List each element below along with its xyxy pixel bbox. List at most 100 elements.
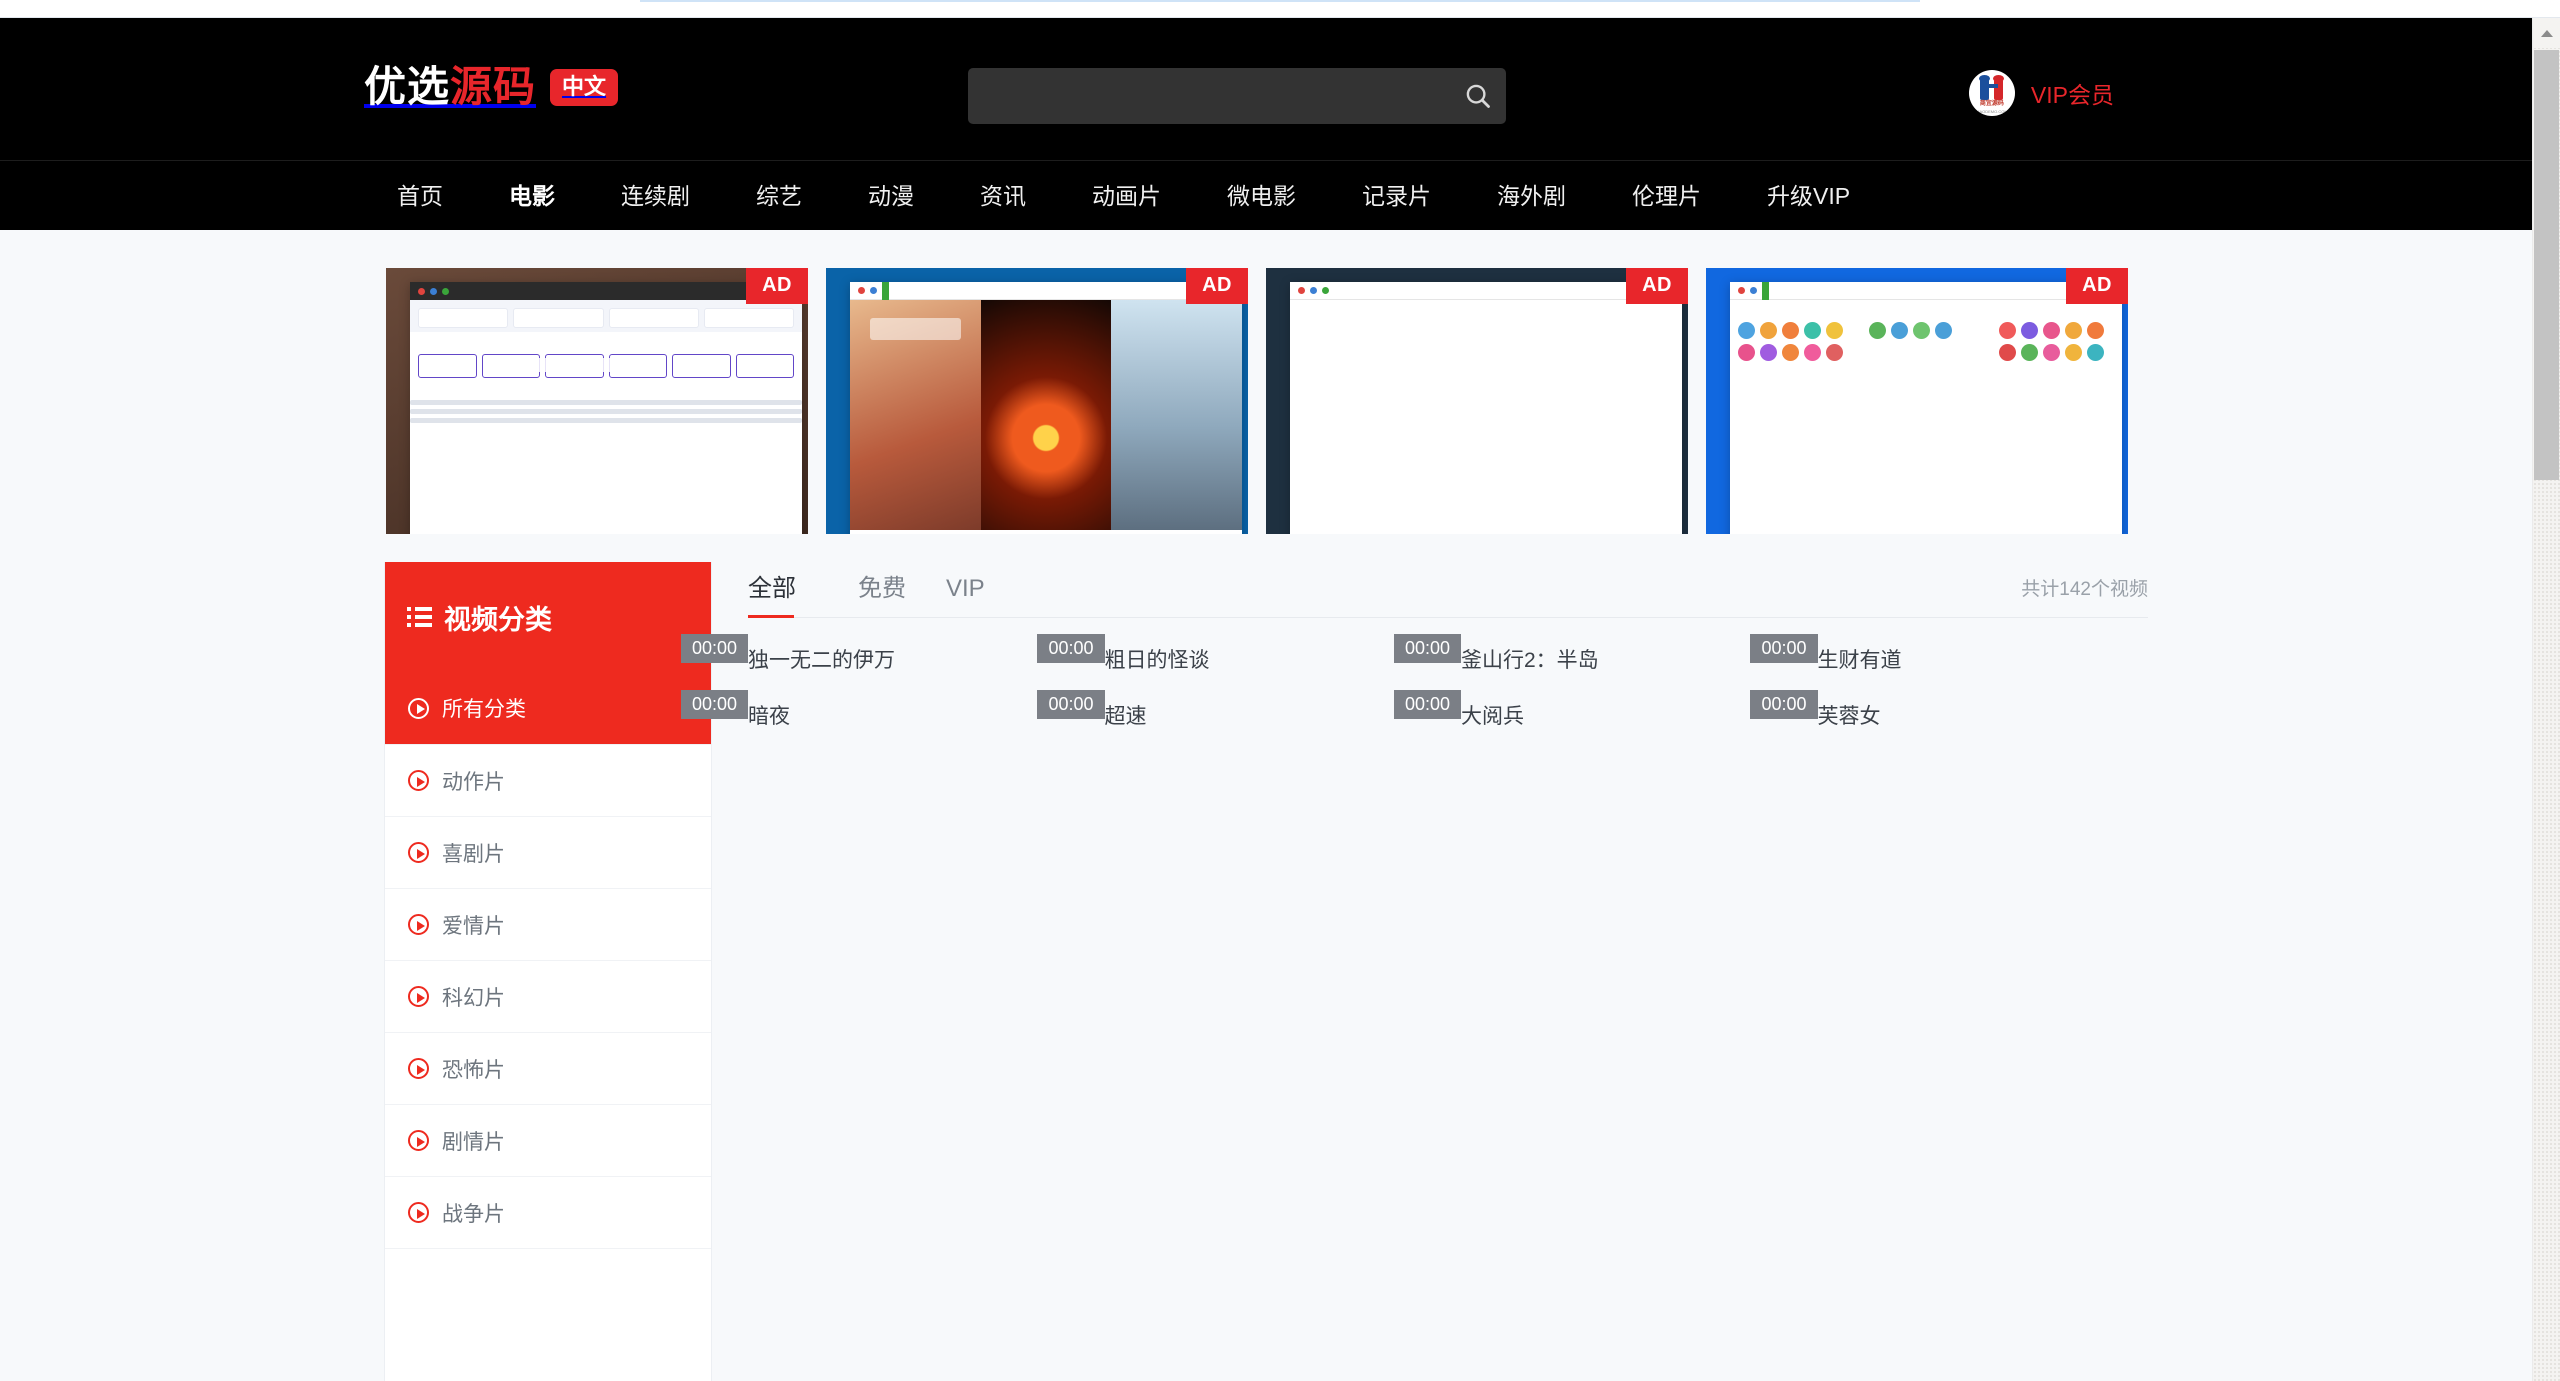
nav-item-variety[interactable]: 综艺 xyxy=(723,161,835,231)
logo-text-white: 优选 xyxy=(364,63,451,110)
ad-window-titlebar xyxy=(410,282,802,300)
sidebar-item-scifi[interactable]: 科幻片 xyxy=(385,960,711,1032)
ad-banner-strip: AD AD AD AD xyxy=(386,268,2128,534)
video-card[interactable]: 00:00 独一无二的伊万 xyxy=(680,634,1079,674)
main-nav-items: 首页 电影 连续剧 综艺 动漫 资讯 动画片 微电影 记录片 海外剧 伦理片 升… xyxy=(364,161,1883,231)
sidebar-item-all[interactable]: 所有分类 xyxy=(385,672,711,744)
category-sidebar: 视频分类 所有分类 动作片 喜剧片 爱情片 科幻片 恐怖片 剧情片 战争片 xyxy=(384,562,712,1381)
video-title: 粗日的怪谈 xyxy=(1104,649,1210,672)
video-card[interactable]: 00:00 大阅兵 xyxy=(1393,690,1792,730)
ad-badge: AD xyxy=(2066,268,2128,304)
browser-chrome-strip xyxy=(0,0,2560,18)
nav-item-documentary[interactable]: 记录片 xyxy=(1329,161,1464,231)
nav-item-ethics[interactable]: 伦理片 xyxy=(1599,161,1734,231)
logo-language-badge: 中文 xyxy=(550,68,619,106)
video-duration-badge: 00:00 xyxy=(1750,690,1818,719)
sidebar-item-action[interactable]: 动作片 xyxy=(385,744,711,816)
triangle-up-icon xyxy=(2540,29,2553,37)
avatar[interactable]: 商宜源码 MAODEMO.COM xyxy=(1968,70,2015,116)
video-duration-badge: 00:00 xyxy=(680,690,748,719)
avatar-brand-text: 商宜源码 xyxy=(1979,101,2004,107)
nav-item-overseas[interactable]: 海外剧 xyxy=(1464,161,1599,231)
nav-item-movie[interactable]: 电影 xyxy=(476,161,588,231)
video-title: 超速 xyxy=(1104,705,1147,728)
video-card[interactable]: 00:00 超速 xyxy=(1037,690,1436,730)
nav-item-anime[interactable]: 动漫 xyxy=(835,161,947,231)
logo-text-red: 源码 xyxy=(450,63,537,110)
nav-item-news[interactable]: 资讯 xyxy=(947,161,1059,231)
tab-all[interactable]: 全部 xyxy=(748,568,816,618)
sidebar-item-drama[interactable]: 剧情片 xyxy=(385,1104,711,1176)
screenshot-viewport: 优选源码 中文 商宜源码 MAODEMO.COM VIP会员 首页 电影 连续剧… xyxy=(0,0,2560,1381)
ad-window-titlebar xyxy=(1730,282,2122,406)
video-list-main: 全部 免费 VIP 共计142个视频 00:00 独一无二的伊万 00:00 粗… xyxy=(680,562,2149,1381)
video-duration-badge: 00:00 xyxy=(1037,690,1105,719)
play-circle-icon xyxy=(408,770,429,791)
sidebar-item-comedy[interactable]: 喜剧片 xyxy=(385,816,711,888)
ad-hero-searchbar xyxy=(494,358,662,372)
tab-vip[interactable]: VIP xyxy=(926,575,1005,617)
nav-item-home[interactable]: 首页 xyxy=(364,161,476,231)
video-card[interactable]: 00:00 芙蓉女 xyxy=(1750,690,2149,730)
ad-game-screen-3 xyxy=(1111,300,1242,530)
ad-phone-screens xyxy=(1730,300,2122,530)
ad-game-screen-2 xyxy=(980,300,1112,530)
video-card[interactable]: 00:00 釜山行2：半岛 xyxy=(1393,634,1792,674)
video-count-text: 共计142个视频 xyxy=(2021,579,2148,600)
video-title: 独一无二的伊万 xyxy=(748,649,895,672)
play-circle-icon xyxy=(408,842,429,863)
play-circle-icon xyxy=(408,697,429,719)
sidebar-item-horror[interactable]: 恐怖片 xyxy=(385,1032,711,1104)
tab-free[interactable]: 免费 xyxy=(838,568,926,617)
search-input[interactable] xyxy=(968,84,1450,108)
video-title: 大阅兵 xyxy=(1461,705,1524,728)
site-header: 优选源码 中文 商宜源码 MAODEMO.COM VIP会员 xyxy=(0,18,2532,160)
ad-banner-anime-game[interactable]: AD xyxy=(826,268,1248,534)
play-circle-icon xyxy=(408,986,429,1007)
vip-member-link[interactable]: VIP会员 xyxy=(2031,76,2114,110)
ad-phone-screen-2 xyxy=(1862,300,1990,530)
play-circle-icon xyxy=(408,1130,429,1151)
nav-item-upgrade-vip[interactable]: 升级VIP xyxy=(1734,161,1883,231)
nav-item-cartoon[interactable]: 动画片 xyxy=(1059,161,1194,231)
user-area[interactable]: 商宜源码 MAODEMO.COM VIP会员 xyxy=(1968,70,2114,116)
video-card[interactable]: 00:00 粗日的怪谈 xyxy=(1037,634,1436,674)
ad-banner-oriental-game[interactable]: AD xyxy=(1266,268,1688,534)
sidebar-filler xyxy=(385,1248,711,1381)
nav-item-series[interactable]: 连续剧 xyxy=(588,161,723,231)
sidebar-item-label: 恐怖片 xyxy=(442,1058,505,1082)
ad-game-screens xyxy=(850,300,1242,530)
window-minimize-dot-icon xyxy=(430,287,437,295)
ad-phone-screen-1 xyxy=(1732,300,1859,530)
ad-artwork xyxy=(826,268,1248,534)
sidebar-item-label: 爱情片 xyxy=(442,914,505,938)
play-circle-icon xyxy=(408,1202,429,1223)
video-title: 釜山行2：半岛 xyxy=(1461,649,1599,672)
site-logo[interactable]: 优选源码 中文 xyxy=(364,63,619,110)
ad-artwork xyxy=(1266,268,1688,534)
avatar-figure-blue xyxy=(1979,79,1989,100)
search-box[interactable] xyxy=(968,68,1506,124)
filter-tabs: 全部 免费 VIP 共计142个视频 xyxy=(748,562,2148,618)
ad-window-titlebar xyxy=(1290,282,1682,300)
avatar-figure-red xyxy=(1993,79,2003,100)
search-button[interactable] xyxy=(1450,68,1506,124)
video-duration-badge: 00:00 xyxy=(1393,634,1461,663)
sidebar-item-label: 所有分类 xyxy=(442,698,526,721)
sidebar-item-war[interactable]: 战争片 xyxy=(385,1176,711,1248)
nav-item-microfilm[interactable]: 微电影 xyxy=(1194,161,1329,231)
ad-banner-source-code-site[interactable]: AD xyxy=(386,268,808,534)
scrollbar-thumb[interactable] xyxy=(2534,50,2559,480)
video-title: 暗夜 xyxy=(748,705,790,728)
window-close-dot-icon xyxy=(858,287,865,294)
window-minimize-dot-icon xyxy=(870,287,877,294)
sidebar-item-romance[interactable]: 爱情片 xyxy=(385,888,711,960)
sidebar-item-label: 喜剧片 xyxy=(442,842,505,866)
ad-banner-mobile-apps[interactable]: AD xyxy=(1706,268,2128,534)
scroll-up-button[interactable] xyxy=(2533,18,2560,48)
page-scrollbar[interactable] xyxy=(2532,18,2560,1381)
window-close-dot-icon xyxy=(1738,287,1745,294)
play-circle-icon xyxy=(408,914,429,935)
video-card[interactable]: 00:00 生财有道 xyxy=(1750,634,2149,674)
video-card[interactable]: 00:00 暗夜 xyxy=(680,690,1079,730)
